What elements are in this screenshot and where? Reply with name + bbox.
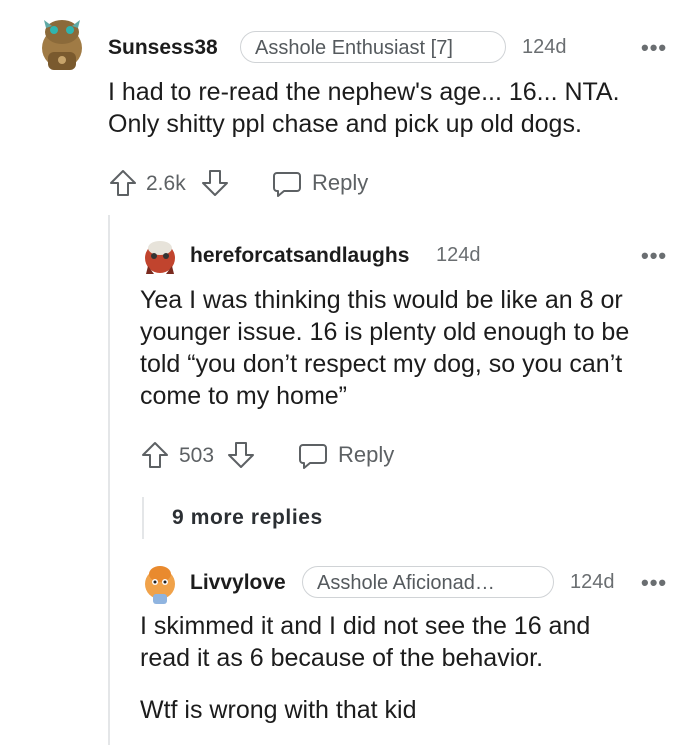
snoo-avatar-icon [42, 20, 82, 70]
comment-text-line: come to my home” [140, 382, 348, 410]
user-flair: Asshole Enthusiast [7] [240, 31, 506, 63]
comment-text-line: read it as 6 because of the behavior. [140, 644, 544, 672]
comment-text-line: I had to re-read the nephew's age... 16.… [108, 78, 620, 106]
reply-label: Reply [312, 170, 369, 195]
downvote-button[interactable] [200, 168, 230, 198]
comment-username[interactable]: Livvylove [190, 571, 286, 595]
comment-text-line: younger issue. 16 is plenty old enough t… [140, 318, 630, 346]
snoo-avatar-icon [145, 241, 175, 274]
vote-count: 2.6k [146, 172, 186, 195]
snoo-avatar-icon [145, 566, 175, 604]
downvote-button[interactable] [226, 440, 256, 470]
downvote-arrow-icon [202, 170, 228, 196]
nested-thread-line[interactable] [142, 497, 144, 539]
more-options-button[interactable]: ••• [641, 245, 667, 267]
thread-line[interactable] [108, 215, 110, 745]
user-avatar[interactable] [140, 562, 180, 606]
comment-body: I skimmed it and I did not see the 16 an… [140, 610, 695, 674]
comment-text-line: told “you don’t respect my dog, so you c… [140, 350, 623, 378]
comment-text-line: Only shitty ppl chase and pick up old do… [108, 110, 582, 138]
upvote-arrow-icon [110, 170, 136, 196]
comment-timestamp: 124d [570, 571, 615, 593]
comment-bubble-icon [299, 444, 327, 469]
upvote-button[interactable] [108, 168, 138, 198]
more-options-button[interactable]: ••• [641, 37, 667, 59]
more-replies-link[interactable]: 9 more replies [172, 506, 323, 530]
comment-timestamp: 124d [522, 36, 567, 58]
upvote-arrow-icon [142, 442, 168, 468]
more-options-button[interactable]: ••• [641, 572, 667, 594]
comment-body: Yea I was thinking this would be like an… [140, 284, 695, 412]
comment-username[interactable]: hereforcatsandlaughs [190, 244, 409, 268]
comment-username[interactable]: Sunsess38 [108, 36, 218, 60]
comment-paragraph: Wtf is wrong with that kid [140, 696, 417, 724]
comment-text-line: I skimmed it and I did not see the 16 an… [140, 612, 591, 640]
reply-label: Reply [338, 442, 395, 467]
downvote-arrow-icon [228, 442, 254, 468]
vote-count: 503 [179, 444, 215, 467]
reply-button[interactable]: Reply [298, 440, 398, 472]
comment-body: I had to re-read the nephew's age... 16.… [108, 76, 688, 140]
user-avatar[interactable] [140, 236, 180, 276]
comment-text-line: Yea I was thinking this would be like an… [140, 286, 623, 314]
upvote-button[interactable] [140, 440, 170, 470]
comment-bubble-icon [273, 172, 301, 197]
user-flair: Asshole Aficionad… [302, 566, 554, 598]
user-avatar[interactable] [34, 14, 90, 78]
reply-button[interactable]: Reply [272, 168, 372, 200]
comment-timestamp: 124d [436, 244, 481, 266]
